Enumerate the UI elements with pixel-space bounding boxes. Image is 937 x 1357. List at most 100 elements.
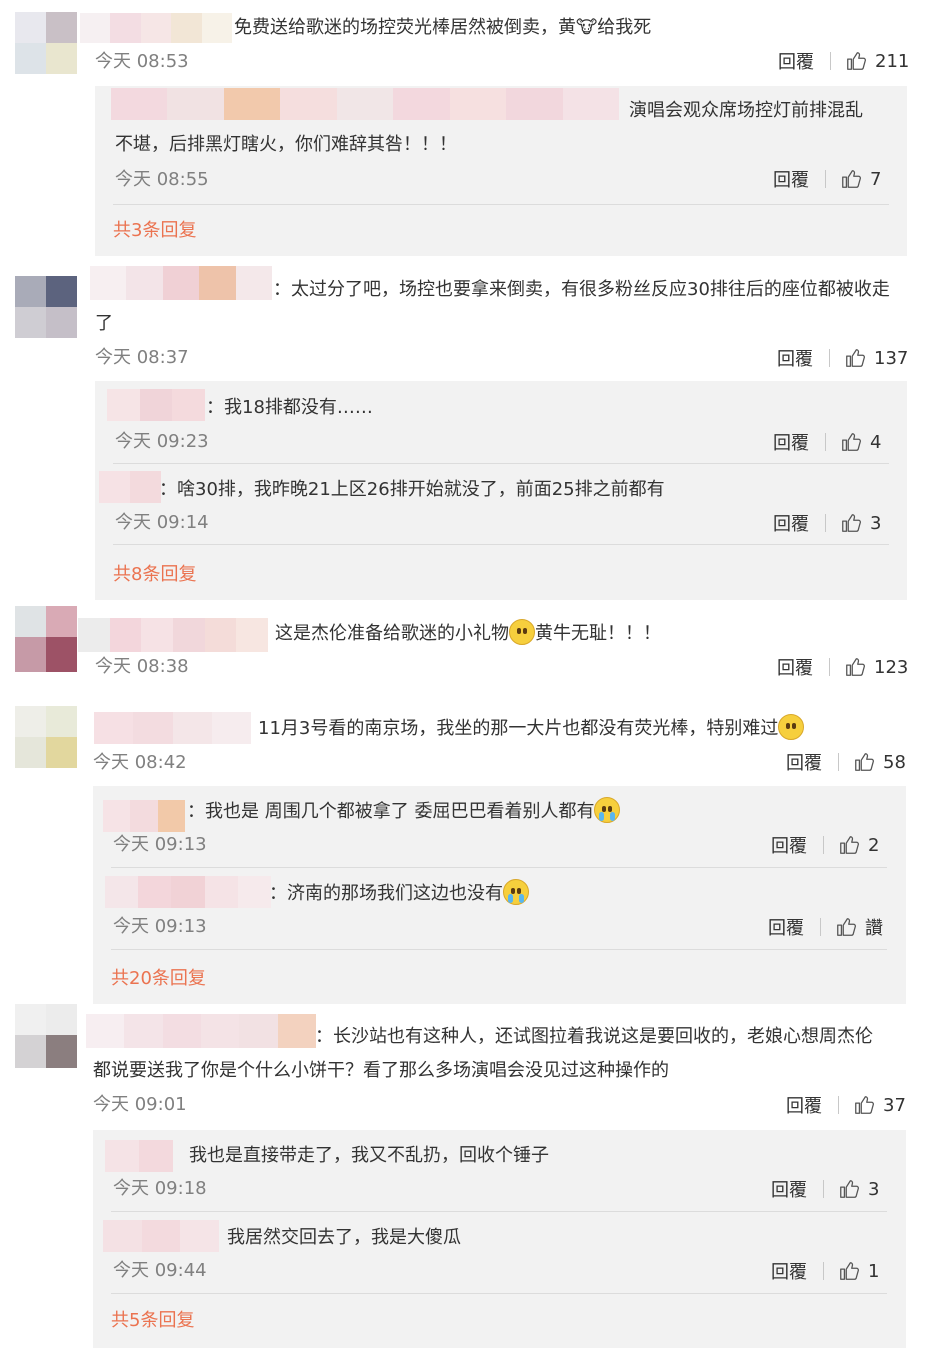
- comment-time: 今天 08:42: [93, 752, 187, 773]
- avatar[interactable]: [15, 276, 77, 338]
- like-icon[interactable]: [838, 834, 860, 856]
- reply-time: 今天 09:13: [113, 834, 207, 855]
- like-count[interactable]: 1: [868, 1261, 879, 1282]
- username-mosaic[interactable]: [86, 1014, 316, 1048]
- like-count[interactable]: 3: [870, 513, 881, 534]
- divider: [829, 658, 830, 676]
- comment-actions: 回覆 123: [777, 654, 908, 680]
- divider: [111, 1211, 887, 1212]
- reply-actions: 回覆 1: [771, 1258, 879, 1284]
- divider: [829, 349, 830, 367]
- like-icon[interactable]: [840, 431, 862, 453]
- comment-text-continued: 了: [95, 313, 113, 334]
- reply-actions: 回覆 7: [773, 166, 881, 192]
- like-icon[interactable]: [835, 916, 857, 938]
- comment-text-continued: 都说要送我了你是个什么小饼干？看了那么多场演唱会没见过这种操作的: [93, 1060, 669, 1081]
- username-mosaic[interactable]: [105, 876, 271, 908]
- username-mosaic[interactable]: [90, 266, 272, 300]
- reply-time: 今天 09:18: [113, 1178, 207, 1199]
- reply-button[interactable]: 回覆: [768, 914, 804, 940]
- like-icon[interactable]: [840, 168, 862, 190]
- comment-time: 今天 08:37: [95, 347, 189, 368]
- like-count[interactable]: 37: [883, 1095, 906, 1116]
- reply-button[interactable]: 回覆: [778, 48, 814, 74]
- comment-time: 今天 08:38: [95, 656, 189, 677]
- comment-text-part: 黄牛无耻！！！: [535, 623, 661, 644]
- comment-text-part: 11月3号看的南京场，我坐的那一大片也都没有荧光棒，特别难过: [258, 718, 779, 739]
- reply-box: 我也是直接带走了，我又不乱扔，回收个锤子 今天 09:18 回覆 3 我居然交回…: [93, 1130, 906, 1348]
- username-mosaic[interactable]: [80, 13, 232, 43]
- reply-actions: 回覆 2: [771, 832, 879, 858]
- reply-button[interactable]: 回覆: [777, 345, 813, 371]
- divider: [111, 1293, 887, 1294]
- username-mosaic[interactable]: [111, 88, 619, 120]
- like-count[interactable]: 137: [874, 348, 908, 369]
- like-icon[interactable]: [838, 1260, 860, 1282]
- reply-button[interactable]: 回覆: [773, 510, 809, 536]
- reply-button[interactable]: 回覆: [786, 749, 822, 775]
- crying-emoji-icon: [594, 797, 621, 823]
- like-icon[interactable]: [853, 751, 875, 773]
- username-mosaic[interactable]: [78, 618, 268, 652]
- sad-emoji-icon: [778, 714, 805, 740]
- username-mosaic[interactable]: [105, 1140, 173, 1172]
- more-replies-link[interactable]: 共20条回复: [111, 966, 206, 992]
- like-count[interactable]: 123: [874, 657, 908, 678]
- reply-actions: 回覆 3: [771, 1176, 879, 1202]
- like-icon[interactable]: [838, 1178, 860, 1200]
- reply-text: 我也是直接带走了，我又不乱扔，回收个锤子: [189, 1145, 549, 1166]
- comment-time: 今天 08:53: [95, 51, 189, 72]
- reply-text: 我居然交回去了，我是大傻瓜: [227, 1227, 461, 1248]
- reply-text-continued: 不堪，后排黑灯瞎火，你们难辞其咎！！！: [115, 134, 457, 155]
- username-mosaic[interactable]: [99, 471, 161, 503]
- like-count[interactable]: 58: [883, 752, 906, 773]
- like-icon[interactable]: [844, 347, 866, 369]
- reply-time: 今天 08:55: [115, 169, 209, 190]
- divider: [825, 433, 826, 451]
- reply-button[interactable]: 回覆: [773, 166, 809, 192]
- username-mosaic[interactable]: [103, 1220, 219, 1252]
- reply-time: 今天 09:44: [113, 1260, 207, 1281]
- more-replies-link[interactable]: 共5条回复: [111, 1308, 194, 1334]
- divider: [838, 753, 839, 771]
- reply-time: 今天 09:13: [113, 916, 207, 937]
- reply-time: 今天 09:14: [115, 512, 209, 533]
- reply-button[interactable]: 回覆: [777, 654, 813, 680]
- divider: [830, 52, 831, 70]
- like-icon[interactable]: [845, 50, 867, 72]
- avatar[interactable]: [15, 706, 77, 768]
- avatar[interactable]: [15, 12, 77, 74]
- divider: [823, 1180, 824, 1198]
- comment-actions: 回覆 211: [778, 48, 909, 74]
- like-icon[interactable]: [840, 512, 862, 534]
- username-mosaic[interactable]: [107, 389, 205, 421]
- more-replies-link[interactable]: 共3条回复: [113, 218, 196, 244]
- divider: [838, 1096, 839, 1114]
- smile-emoji-icon: [509, 619, 535, 645]
- reply-text: ：济南的那场我们这边也没有: [269, 877, 529, 911]
- comment-text: 这是杰伦准备给歌迷的小礼物 黄牛无耻！！！: [275, 617, 661, 651]
- divider: [825, 514, 826, 532]
- reply-button[interactable]: 回覆: [771, 832, 807, 858]
- crying-emoji-icon: [503, 879, 529, 905]
- reply-button[interactable]: 回覆: [786, 1092, 822, 1118]
- like-count[interactable]: 211: [875, 51, 909, 72]
- like-icon[interactable]: [853, 1094, 875, 1116]
- username-mosaic[interactable]: [94, 712, 251, 744]
- divider: [820, 918, 821, 936]
- comment-text: 免费送给歌迷的场控荧光棒居然被倒卖，黄🐮给我死: [234, 17, 652, 38]
- avatar[interactable]: [15, 1004, 77, 1068]
- more-replies-link[interactable]: 共8条回复: [113, 562, 196, 588]
- reply-button[interactable]: 回覆: [773, 429, 809, 455]
- reply-button[interactable]: 回覆: [771, 1258, 807, 1284]
- like-count[interactable]: 讚: [865, 914, 883, 940]
- reply-button[interactable]: 回覆: [771, 1176, 807, 1202]
- avatar[interactable]: [15, 606, 77, 672]
- like-icon[interactable]: [844, 656, 866, 678]
- like-count[interactable]: 4: [870, 432, 881, 453]
- divider: [823, 1262, 824, 1280]
- like-count[interactable]: 7: [870, 169, 881, 190]
- username-mosaic[interactable]: [103, 800, 185, 832]
- like-count[interactable]: 3: [868, 1179, 879, 1200]
- like-count[interactable]: 2: [868, 835, 879, 856]
